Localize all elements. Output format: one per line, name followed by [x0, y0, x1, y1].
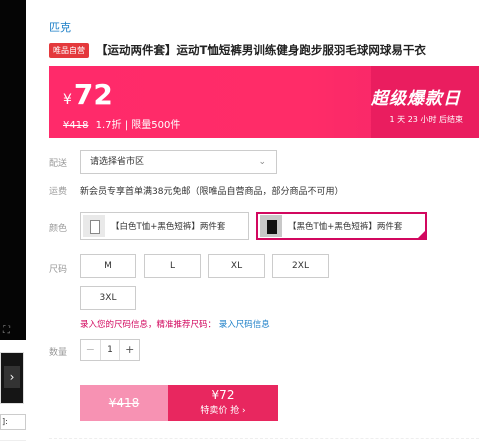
buy-price: ¥72 — [211, 388, 235, 402]
size-info-link[interactable]: 录入尺码信息 — [219, 320, 270, 330]
divider — [0, 440, 26, 441]
chevron-down-icon: ⌄ — [258, 157, 266, 167]
buy-original-price: ¥418 — [80, 385, 168, 421]
region-select[interactable]: 请选择省市区 ⌄ — [80, 150, 277, 174]
product-title: 【运动两件套】运动T恤短裤男训练健身跑步服羽毛球网球易干衣 — [96, 43, 426, 57]
currency-symbol: ¥ — [63, 92, 72, 108]
buy-original-price-text: ¥418 — [108, 396, 140, 410]
countdown-timer: 1 天 23 小时 后结束 — [389, 115, 463, 124]
buy-label: 特卖价 抢 › — [200, 406, 246, 416]
quantity-label: 数量 — [49, 348, 68, 358]
product-gallery: ⛶ › ]: — [0, 0, 26, 446]
size-option-2xl[interactable]: 2XL — [272, 254, 329, 278]
sale-price: 72 — [73, 78, 113, 111]
size-recommend-text: 录入您的尺码信息，精准推荐尺码： — [80, 320, 217, 330]
color-option-black[interactable]: 【黑色T恤+黑色短裤】两件套 — [256, 212, 427, 240]
price-banner: ¥ 72 ¥418 1.7折 | 限量500件 超级爆款日 1 天 23 小时 … — [49, 66, 479, 138]
quantity-decrease-button[interactable]: − — [81, 340, 101, 360]
shop-name-link[interactable]: 匹克 — [49, 19, 71, 35]
next-arrow-icon[interactable]: › — [4, 366, 20, 388]
fullscreen-icon[interactable]: ⛶ — [3, 326, 13, 336]
color-option-white[interactable]: 【白色T恤+黑色短裤】两件套 — [80, 212, 249, 240]
delivery-label: 配送 — [49, 159, 68, 169]
product-main-image[interactable] — [0, 0, 26, 340]
size-option-m[interactable]: M — [80, 254, 136, 278]
shipping-label: 运费 — [49, 187, 68, 197]
size-option-xl[interactable]: XL — [208, 254, 265, 278]
stock-limit: | 限量500件 — [124, 120, 181, 131]
size-option-3xl[interactable]: 3XL — [80, 286, 136, 310]
color-option-label: 【黑色T恤+黑色短裤】两件套 — [288, 222, 403, 232]
title-row: 唯品自营 【运动两件套】运动T恤短裤男训练健身跑步服羽毛球网球易干衣 — [49, 42, 426, 58]
divider — [49, 438, 479, 439]
discount-rate: 1.7折 — [95, 120, 122, 131]
quantity-increase-button[interactable]: + — [119, 340, 139, 360]
original-price: ¥418 — [63, 120, 89, 131]
promo-title: 超级爆款日 — [371, 89, 461, 109]
color-swatch-image — [83, 215, 105, 237]
selected-check-icon — [417, 230, 426, 239]
size-label: 尺码 — [49, 265, 68, 275]
size-recommend: 录入您的尺码信息，精准推荐尺码： 录入尺码信息 — [80, 318, 270, 330]
quantity-stepper: − 1 + — [80, 339, 140, 361]
quantity-input[interactable]: 1 — [101, 340, 120, 360]
region-select-value: 请选择省市区 — [90, 157, 145, 167]
gallery-select[interactable]: ]: — [0, 414, 26, 430]
buy-now-button[interactable]: ¥72 特卖价 抢 › — [168, 385, 278, 421]
color-swatch-image — [260, 215, 282, 237]
vip-self-run-badge: 唯品自营 — [49, 42, 89, 58]
size-option-l[interactable]: L — [144, 254, 201, 278]
price-subline: ¥418 1.7折 | 限量500件 — [63, 116, 180, 131]
price: ¥ 72 — [63, 78, 113, 111]
color-option-label: 【白色T恤+黑色短裤】两件套 — [111, 222, 226, 232]
shipping-info: 新会员专享首单满38元免邮（限唯品自营商品，部分商品不可用） — [80, 187, 344, 197]
color-label: 颜色 — [49, 224, 68, 234]
buy-button[interactable]: ¥418 ¥72 特卖价 抢 › — [80, 385, 278, 421]
